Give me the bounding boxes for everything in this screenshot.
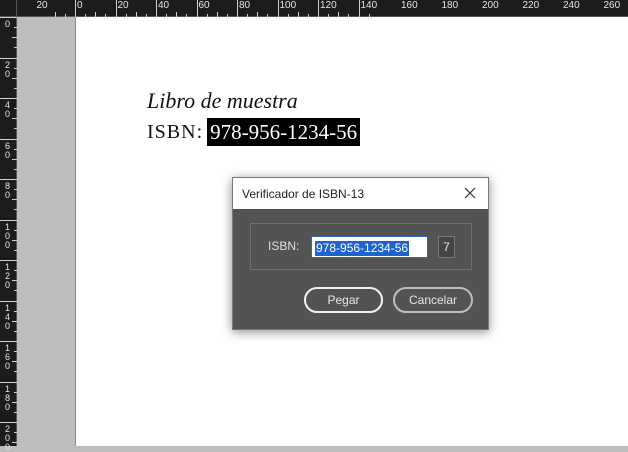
ruler-label: 160 [401,0,418,11]
ruler-label: 120 [4,262,10,290]
ruler-label: 80 [239,0,251,11]
ruler-tick [0,341,17,342]
isbn-field-label: ISBN: [268,239,300,253]
pasteboard [17,17,75,446]
ruler-tick [0,422,17,423]
ruler-tick [75,0,76,17]
isbn-label: ISBN: [147,120,204,143]
ruler-label: 180 [441,0,459,11]
ruler-tick [0,17,17,18]
ruler-tick [318,0,319,17]
isbn-input[interactable]: 978-956-1234-56 [311,236,428,258]
ruler-label: 220 [522,0,540,11]
close-button[interactable] [460,183,480,203]
ruler-origin [0,0,17,17]
ruler-label: 100 [4,221,10,250]
ruler-label: 40 [158,0,170,11]
dialog-titlebar[interactable]: Verificador de ISBN-13 [233,178,488,209]
dialog-body: ISBN: 978-956-1234-56 7 Pegar Cancelar [233,209,488,329]
ruler-label: 80 [4,181,10,200]
ruler-label: 20 [4,59,10,79]
ruler-label: 240 [563,0,580,11]
ruler-tick [237,0,238,17]
cancel-button[interactable]: Cancelar [393,287,473,313]
ruler-label: 20 [117,0,129,11]
ruler-label: 100 [279,0,297,11]
ruler-tick [115,0,117,17]
ruler-tick [156,0,157,17]
ruler-tick [0,57,17,59]
ruler-label: 0 [4,19,10,29]
ruler-tick [277,0,279,17]
ruler-tick [358,0,360,17]
ruler-label: 20 [36,0,48,11]
ruler-label: 160 [4,343,10,371]
ruler-label: 40 [4,100,10,119]
isbn-input-selected-value: 978-956-1234-56 [315,241,410,256]
ruler-tick [0,300,17,302]
book-title[interactable]: Libro de muestra [147,88,298,114]
ruler-tick [0,260,17,261]
ruler-tick [0,98,17,99]
char-count-box: 7 [438,236,455,258]
ruler-label: 0 [77,0,83,11]
isbn-verifier-dialog: Verificador de ISBN-13 ISBN: 978-956-123… [232,177,489,330]
vertical-ruler[interactable]: 0 20 40 60 80 100 120 140 160 180 200 [0,17,17,452]
isbn-field-group: ISBN: 978-956-1234-56 7 [250,223,472,270]
ruler-label: 260 [603,0,621,11]
ruler-tick [0,138,17,140]
isbn-line[interactable]: ISBN: 978-956-1234-56 [147,118,361,146]
close-icon [464,187,476,199]
ruler-tick [0,381,17,383]
ruler-label: 60 [198,0,210,11]
ruler-label: 200 [482,0,499,11]
ruler-label: 180 [4,383,10,412]
ruler-tick [0,179,17,180]
dialog-title: Verificador de ISBN-13 [242,186,365,201]
ruler-label: 120 [320,0,337,11]
ruler-tick [196,0,198,17]
ruler-label: 140 [4,302,10,331]
ruler-tick [0,219,17,221]
ruler-label: 200 [4,424,10,452]
ruler-label: 140 [360,0,378,11]
isbn-selected-text[interactable]: 978-956-1234-56 [207,118,361,146]
ruler-label: 60 [4,140,10,160]
paste-button[interactable]: Pegar [304,287,383,313]
horizontal-ruler[interactable]: 20 0 20 40 60 80 100 120 140 160 180 200 220 240 260 [17,0,628,17]
